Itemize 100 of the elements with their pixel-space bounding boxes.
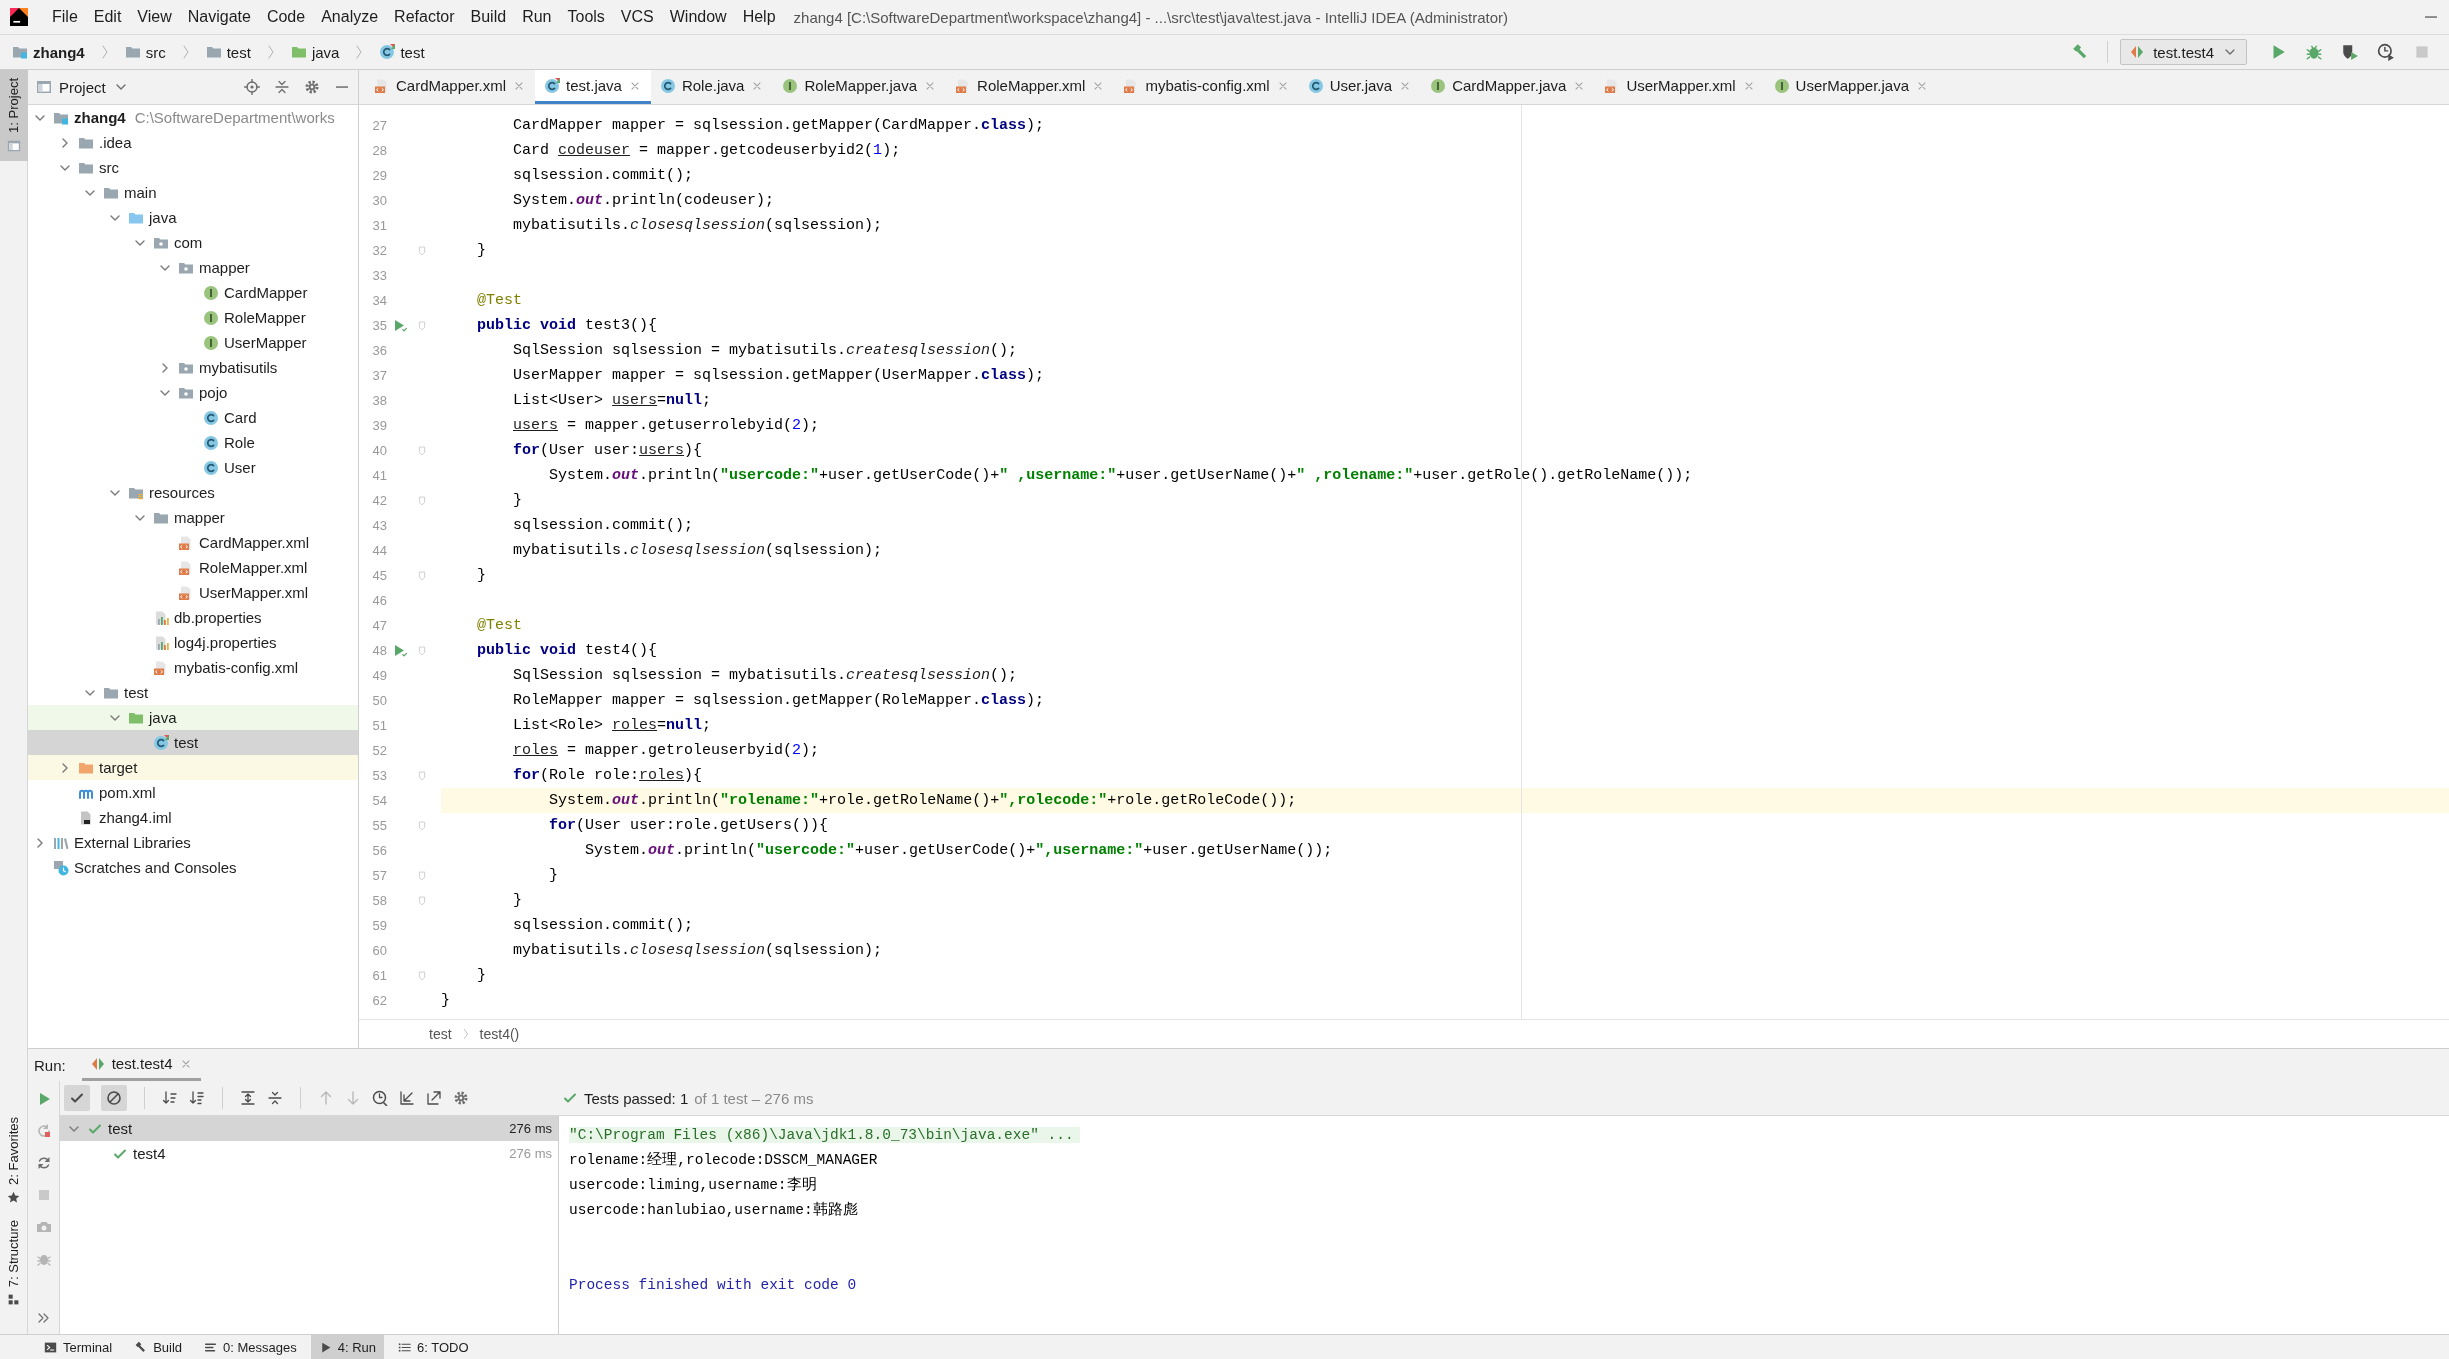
tree-item[interactable]: mapper xyxy=(28,255,358,280)
tree-item[interactable]: resources xyxy=(28,480,358,505)
tree-item[interactable]: pojo xyxy=(28,380,358,405)
history-icon[interactable] xyxy=(372,1090,388,1106)
code-line: } xyxy=(512,491,524,511)
tree-item[interactable]: UserMapper xyxy=(28,330,358,355)
tree-item[interactable]: Card xyxy=(28,405,358,430)
tree-item[interactable]: mapper xyxy=(28,505,358,530)
tree-item[interactable]: log4j.properties xyxy=(28,630,358,655)
editor-tab[interactable]: UserMapper.java xyxy=(1764,70,1938,104)
breadcrumb-item[interactable]: test4() xyxy=(479,1026,520,1042)
breadcrumb-item[interactable]: zhang4 xyxy=(12,43,85,61)
show-ignored-toggle[interactable] xyxy=(101,1085,127,1111)
menu-item[interactable]: Tools xyxy=(567,8,605,26)
tree-item[interactable]: zhang4.iml xyxy=(28,805,358,830)
breadcrumb-item[interactable]: test xyxy=(205,43,251,61)
tree-item[interactable]: zhang4 C:\SoftwareDepartment\works xyxy=(28,105,358,130)
line-number: 48 xyxy=(371,643,387,658)
tool-window-tab[interactable]: 7: Structure xyxy=(0,1211,28,1314)
menu-item[interactable]: Window xyxy=(669,8,727,26)
editor-tab[interactable]: Role.java xyxy=(650,70,774,104)
arrow-up-icon[interactable] xyxy=(318,1090,334,1106)
editor-tab[interactable]: mybatis-config.xml xyxy=(1114,70,1299,104)
tree-item[interactable]: RoleMapper xyxy=(28,305,358,330)
menu-item[interactable]: Code xyxy=(266,8,306,26)
tool-window-button[interactable]: Build xyxy=(126,1335,191,1359)
tree-item[interactable]: src xyxy=(28,155,358,180)
profiler-icon[interactable] xyxy=(2377,43,2395,61)
tool-window-tab[interactable]: 2: Favorites xyxy=(0,1108,28,1212)
tree-item[interactable]: db.properties xyxy=(28,605,358,630)
import-icon[interactable] xyxy=(399,1090,415,1106)
editor-tab[interactable]: UserMapper.xml xyxy=(1595,70,1765,104)
tree-item[interactable]: target xyxy=(28,755,358,780)
arrow-down-icon[interactable] xyxy=(345,1090,361,1106)
debug-icon[interactable] xyxy=(2305,43,2323,61)
menu-item[interactable]: Run xyxy=(522,8,552,26)
editor-tab[interactable]: RoleMapper.xml xyxy=(946,70,1115,104)
run-tab[interactable]: test.test4 xyxy=(81,1049,201,1081)
rerun-failed-icon[interactable] xyxy=(35,1123,52,1139)
menu-item[interactable]: Build xyxy=(470,8,507,26)
tree-item[interactable]: User xyxy=(28,455,358,480)
editor-tab[interactable]: User.java xyxy=(1298,70,1422,104)
breadcrumb-item[interactable]: src xyxy=(124,43,166,61)
menu-item[interactable]: File xyxy=(52,8,78,26)
menu-item[interactable]: Edit xyxy=(93,8,122,26)
run-test-icon[interactable] xyxy=(393,317,409,334)
expand-all-icon[interactable] xyxy=(240,1090,256,1106)
tree-item[interactable]: Role xyxy=(28,430,358,455)
menu-item[interactable]: Analyze xyxy=(321,8,379,26)
tree-item[interactable]: CardMapper xyxy=(28,280,358,305)
tool-window-button[interactable]: Terminal xyxy=(36,1335,121,1359)
tree-item[interactable]: UserMapper.xml xyxy=(28,580,358,605)
settings-icon[interactable] xyxy=(304,79,320,95)
editor-tab[interactable]: CardMapper.java xyxy=(1421,70,1596,104)
tree-item[interactable]: .idea xyxy=(28,130,358,155)
tree-item[interactable]: java xyxy=(28,205,358,230)
menu-item[interactable]: VCS xyxy=(620,8,654,26)
tree-item[interactable]: java xyxy=(28,705,358,730)
tool-window-button[interactable]: 6: TODO xyxy=(390,1335,477,1359)
tree-item[interactable]: mybatis-config.xml xyxy=(28,655,358,680)
tool-window-tab[interactable]: 1: Project xyxy=(0,70,28,161)
tree-item[interactable]: test xyxy=(28,730,358,755)
run-test-icon[interactable] xyxy=(393,642,409,659)
tree-item[interactable]: CardMapper.xml xyxy=(28,530,358,555)
view-dropdown[interactable]: Project xyxy=(36,78,129,96)
camera-icon[interactable] xyxy=(35,1219,52,1235)
test-item[interactable]: test4 276 ms xyxy=(60,1141,558,1166)
sort-icon[interactable] xyxy=(189,1090,205,1106)
crosshair-icon[interactable] xyxy=(244,79,260,95)
breadcrumb-item[interactable]: java xyxy=(290,43,340,61)
editor-tab[interactable]: RoleMapper.java xyxy=(773,70,947,104)
tree-item[interactable]: External Libraries xyxy=(28,830,358,855)
sort-icon[interactable] xyxy=(162,1090,178,1106)
tree-item[interactable]: Scratches and Consoles xyxy=(28,855,358,880)
tree-item[interactable]: com xyxy=(28,230,358,255)
collapse-all-icon[interactable] xyxy=(267,1090,283,1106)
run-configuration-dropdown[interactable]: test.test4 xyxy=(2120,39,2247,65)
tree-item[interactable]: test xyxy=(28,680,358,705)
collapse-icon[interactable] xyxy=(274,79,290,95)
editor-tab[interactable]: test.java xyxy=(535,70,651,104)
interface-icon xyxy=(203,309,219,326)
menu-item[interactable]: Help xyxy=(742,8,776,26)
tree-item[interactable]: pom.xml xyxy=(28,780,358,805)
menu-item[interactable]: Navigate xyxy=(187,8,251,26)
test-item[interactable]: test 276 ms xyxy=(60,1116,558,1141)
tool-window-button[interactable]: 0: Messages xyxy=(196,1335,305,1359)
breadcrumb-item[interactable]: test xyxy=(379,43,425,61)
tree-item[interactable]: main xyxy=(28,180,358,205)
tree-item[interactable]: mybatisutils xyxy=(28,355,358,380)
editor-tab[interactable]: CardMapper.xml xyxy=(365,70,536,104)
breadcrumb-item[interactable]: test xyxy=(429,1026,452,1042)
coverage-icon[interactable] xyxy=(2341,43,2359,61)
tool-window-button[interactable]: 4: Run xyxy=(310,1335,385,1359)
interface-icon xyxy=(1773,77,1790,94)
settings-icon[interactable] xyxy=(453,1090,469,1106)
show-passed-toggle[interactable] xyxy=(64,1085,90,1111)
tree-item[interactable]: RoleMapper.xml xyxy=(28,555,358,580)
export-icon[interactable] xyxy=(426,1090,442,1106)
menu-item[interactable]: View xyxy=(137,8,172,26)
menu-item[interactable]: Refactor xyxy=(394,8,455,26)
